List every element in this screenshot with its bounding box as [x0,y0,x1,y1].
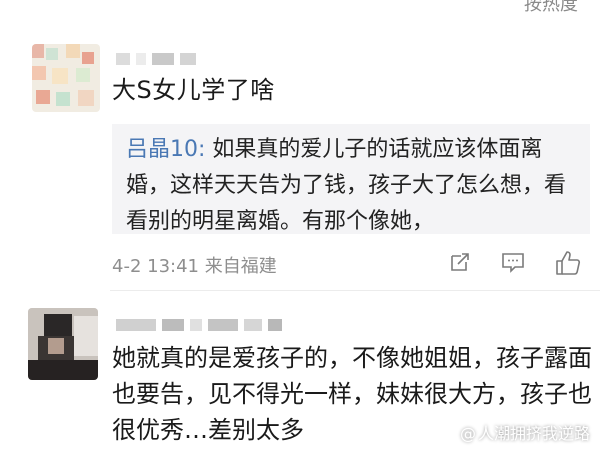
comment-meta: 4-2 13:41 来自福建 [112,252,277,278]
watermark: @ 人潮拥挤我逆路 [460,420,590,444]
quoted-author[interactable]: 吕晶10: [126,137,205,162]
comment-time: 4-2 13:41 [112,256,199,277]
comment-location: 来自福建 [204,256,277,277]
avatar[interactable] [32,44,100,112]
watermark-text: 人潮拥挤我逆路 [477,424,590,443]
quoted-reply[interactable]: 吕晶10: 如果真的爱儿子的话就应该体面离婚，这样天天告为了钱，孩子大了怎么想，… [112,124,590,234]
share-icon[interactable] [448,250,472,274]
avatar[interactable] [28,308,98,380]
comment-icon[interactable] [500,250,526,274]
username-blurred[interactable] [116,50,202,65]
at-icon: @ [459,424,476,443]
divider [110,290,600,291]
comment-text: 大S女儿学了啥 [112,76,275,104]
top-strip: 按热度 [0,0,600,16]
thumbs-up-icon[interactable] [554,250,582,276]
sort-hot-label[interactable]: 按热度 [524,0,578,16]
username-blurred[interactable] [116,316,288,331]
